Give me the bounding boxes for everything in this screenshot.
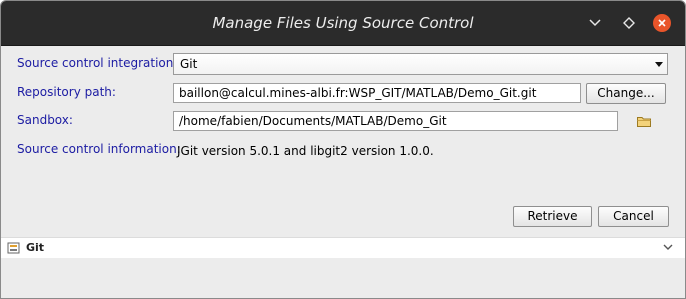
folder-icon: [637, 117, 651, 127]
integration-select-value: Git: [180, 57, 198, 71]
sandbox-label: Sandbox:: [17, 113, 73, 127]
close-icon: [658, 19, 666, 27]
diamond-icon: [623, 17, 635, 29]
title-bar: Manage Files Using Source Control: [1, 1, 685, 46]
chevron-down-icon: [589, 19, 601, 27]
form-panel: Source control integration: Git Reposito…: [1, 46, 685, 236]
dialog-window: Manage Files Using Source Control Source…: [0, 0, 686, 299]
change-button[interactable]: Change...: [586, 83, 666, 104]
integration-select[interactable]: Git: [173, 53, 668, 75]
details-panel: [1, 258, 685, 298]
dropdown-arrow-icon: [655, 62, 663, 67]
expand-chevron-icon[interactable]: [663, 241, 673, 254]
minimize-button[interactable]: [585, 13, 605, 33]
maximize-button[interactable]: [619, 13, 639, 33]
integration-label: Source control integration:: [17, 56, 178, 70]
window-title: Manage Files Using Source Control: [212, 14, 474, 32]
git-icon: [7, 242, 20, 254]
details-bar[interactable]: Git: [1, 237, 685, 259]
source-control-info-value: JGit version 5.0.1 and libgit2 version 1…: [177, 144, 434, 158]
browse-folder-button[interactable]: [637, 116, 651, 127]
details-bar-label: Git: [26, 241, 45, 254]
retrieve-button[interactable]: Retrieve: [513, 206, 592, 227]
repository-path-field[interactable]: baillon@calcul.mines-albi.fr:WSP_GIT/MAT…: [173, 83, 581, 103]
repository-path-label: Repository path:: [17, 85, 116, 99]
cancel-button[interactable]: Cancel: [598, 206, 669, 227]
source-control-info-label: Source control information:: [17, 142, 181, 156]
sandbox-field[interactable]: /home/fabien/Documents/MATLAB/Demo_Git: [173, 111, 618, 131]
close-button[interactable]: [653, 14, 671, 32]
